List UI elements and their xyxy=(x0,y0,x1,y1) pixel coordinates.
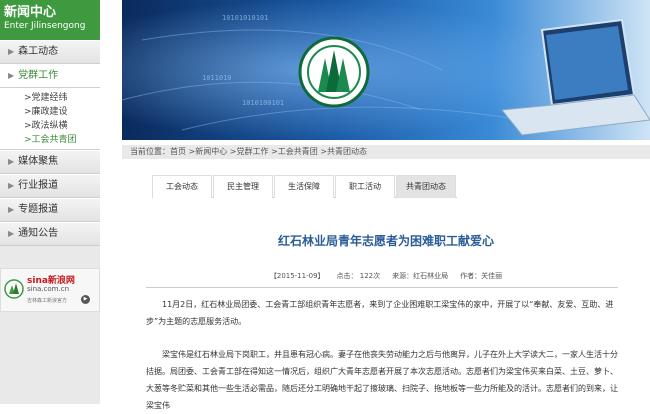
tab-union-news[interactable]: 工会动态 xyxy=(152,175,212,198)
svg-text:1011010: 1011010 xyxy=(202,74,232,82)
submenu-item-law[interactable]: >政法纵横 xyxy=(24,119,100,133)
sidebar-submenu: >党建经纬 >廉政建设 >政法纵横 >工会共青团 xyxy=(0,88,100,150)
sidebar-item-special[interactable]: ▶ 专题报道 xyxy=(0,198,100,222)
tab-life-security[interactable]: 生活保障 xyxy=(274,175,334,198)
article-source: 来源：红石林业局 xyxy=(392,272,449,280)
sidebar-title: 新闻中心 xyxy=(4,5,57,20)
article-clicks: 点击： 122次 xyxy=(336,272,381,280)
sina-domain: sina.com.cn xyxy=(27,285,70,293)
forest-logo-icon xyxy=(4,279,24,299)
chevron-right-icon: ▶ xyxy=(8,47,15,56)
sidebar-item-label: 专题报道 xyxy=(18,204,59,215)
play-icon[interactable]: ▶ xyxy=(81,295,90,304)
forestry-logo-icon xyxy=(298,36,370,108)
chevron-right-icon: ▶ xyxy=(8,229,15,238)
submenu-item-party-building[interactable]: >党建经纬 xyxy=(24,91,100,105)
sidebar-item-label: 媒体聚焦 xyxy=(18,156,59,167)
article-author: 作者：关佳丽 xyxy=(460,272,503,280)
sidebar-item-industry[interactable]: ▶ 行业报道 xyxy=(0,174,100,198)
sidebar-item-party-work[interactable]: ▶ 党群工作 xyxy=(0,64,100,88)
chevron-right-icon: ▶ xyxy=(8,181,15,190)
banner-artwork: 10101010101 1010100101 1011010 xyxy=(122,0,650,140)
article-title: 红石林业局青年志愿者为困难职工献爱心 xyxy=(277,234,494,248)
sidebar-subtitle: Enter Jilinsengong xyxy=(4,21,86,31)
chevron-right-icon: ▶ xyxy=(8,71,15,80)
meta-divider xyxy=(146,287,618,288)
article-paragraph: 11月2日，红石林业局团委、工会青工部组织青年志愿者，来到了企业困难职工梁宝伟的… xyxy=(146,300,614,326)
svg-text:10101010101: 10101010101 xyxy=(222,14,268,22)
sidebar-header: 新闻中心 Enter Jilinsengong xyxy=(0,0,100,40)
sidebar-item-label: 党群工作 xyxy=(18,70,59,81)
sidebar-item-label: 通知公告 xyxy=(18,228,59,239)
chevron-right-icon: ▶ xyxy=(8,157,15,166)
svg-text:1010100101: 1010100101 xyxy=(242,99,284,107)
chevron-right-icon: ▶ xyxy=(8,205,15,214)
article-date: 【2015-11-09】 xyxy=(269,272,325,280)
submenu-item-union-youth[interactable]: >工会共青团 xyxy=(24,133,100,147)
header-banner: 10101010101 1010100101 1011010 xyxy=(122,0,650,140)
submenu-item-integrity[interactable]: >廉政建设 xyxy=(24,105,100,119)
breadcrumb: 当前位置：首页 >新闻中心 >党群工作 >工会共青团 >共青团动态 xyxy=(122,145,650,159)
tab-youth-league[interactable]: 共青团动态 xyxy=(396,175,456,198)
sidebar: 新闻中心 Enter Jilinsengong ▶ 森工动态 ▶ 党群工作 >党建经… xyxy=(0,0,100,404)
tab-staff-activities[interactable]: 职工活动 xyxy=(335,175,395,198)
sina-account: 吉林森工新浪官方 xyxy=(27,298,68,304)
sidebar-item-media[interactable]: ▶ 媒体聚焦 xyxy=(0,150,100,174)
sidebar-item-notice[interactable]: ▶ 通知公告 xyxy=(0,222,100,246)
tab-democratic-management[interactable]: 民主管理 xyxy=(213,175,273,198)
sina-weibo-widget[interactable]: sina新浪网 sina.com.cn 吉林森工新浪官方 ▶ xyxy=(0,268,100,312)
sidebar-item-label: 行业报道 xyxy=(18,180,59,191)
sidebar-item-label: 森工动态 xyxy=(18,46,59,57)
tab-bar: 工会动态 民主管理 生活保障 职工活动 共青团动态 xyxy=(152,175,457,198)
article-meta: 【2015-11-09】 点击： 122次 来源：红石林业局 作者：关佳丽 xyxy=(122,270,650,282)
sidebar-item-senggong-news[interactable]: ▶ 森工动态 xyxy=(0,40,100,64)
